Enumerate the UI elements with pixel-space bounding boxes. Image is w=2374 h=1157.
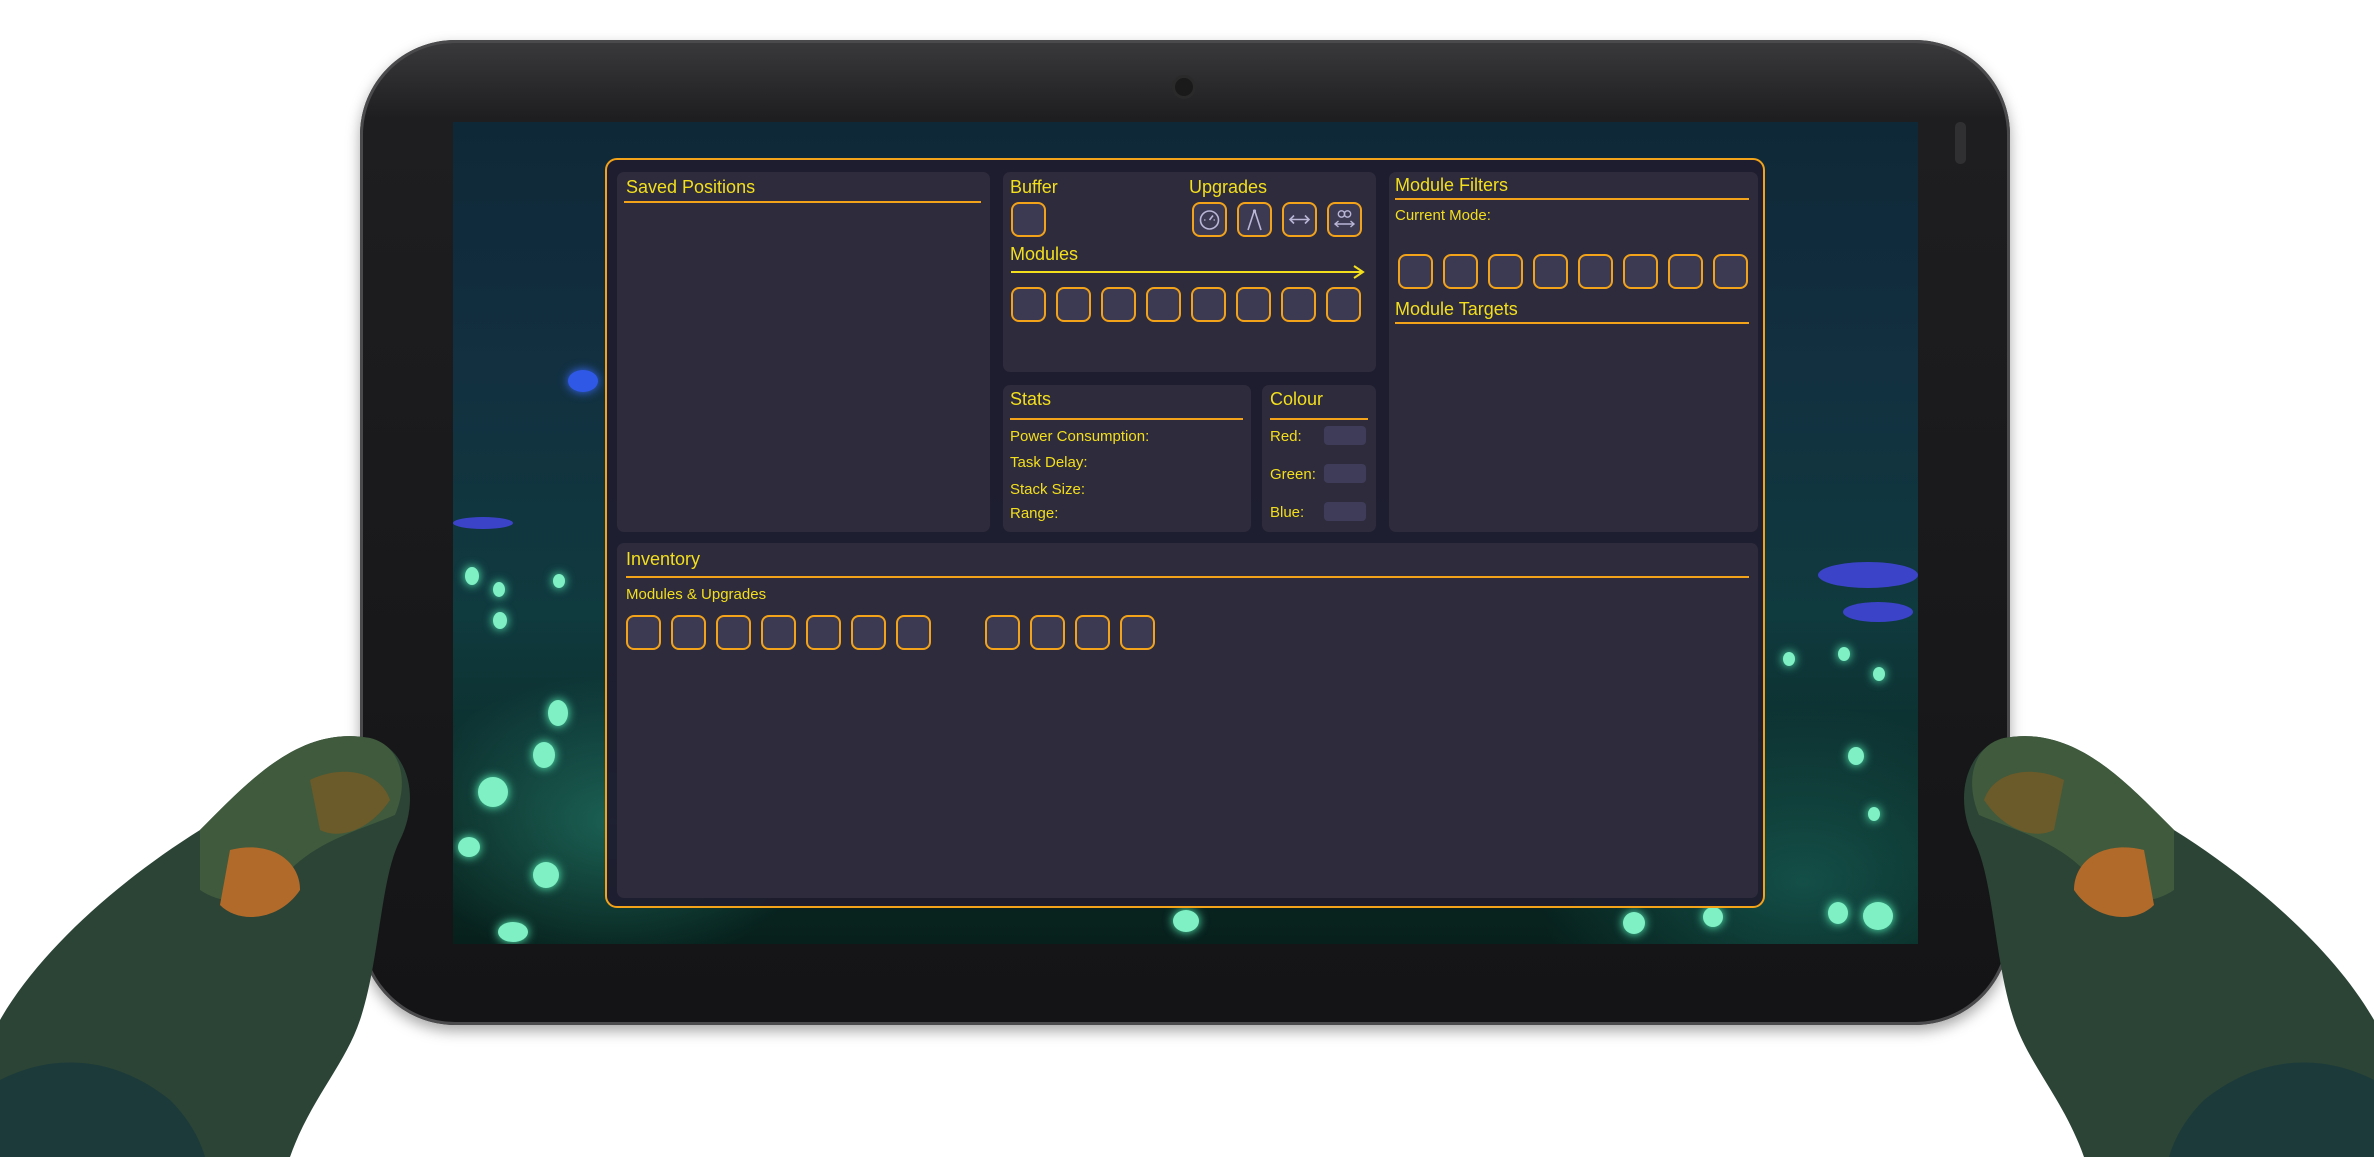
modules-title: Modules [1010, 244, 1079, 264]
colour-blue-input[interactable] [1324, 502, 1366, 521]
upgrade-slot-speed[interactable] [1192, 202, 1227, 237]
glowing-plant [498, 922, 528, 942]
inventory-upgrade-slot[interactable] [1120, 615, 1155, 650]
upgrade-slot-precision[interactable] [1237, 202, 1272, 237]
modules-flow-arrow [1011, 265, 1365, 279]
glowing-plant [548, 700, 568, 726]
title-divider [624, 201, 981, 203]
tablet-side-button [1955, 122, 1966, 164]
colour-red-label: Red: [1270, 428, 1302, 445]
module-slot[interactable] [1011, 287, 1046, 322]
stat-stack-size: Stack Size: [1010, 481, 1086, 498]
inventory-module-slot[interactable] [671, 615, 706, 650]
glowing-plant [568, 370, 598, 392]
stats-panel: Stats Power Consumption: Task Delay: Sta… [1003, 385, 1251, 532]
speedometer-icon [1199, 210, 1220, 230]
stat-task-delay: Task Delay: [1010, 454, 1088, 471]
module-targets-title: Module Targets [1395, 299, 1518, 319]
module-slot[interactable] [1236, 287, 1271, 322]
colour-title: Colour [1270, 389, 1324, 409]
title-divider [1395, 198, 1749, 200]
inventory-module-slot[interactable] [761, 615, 796, 650]
glowing-plant [1703, 907, 1723, 927]
glowing-plant [458, 837, 480, 857]
glowing-plant [478, 777, 508, 807]
upgrade-slot-range[interactable] [1282, 202, 1317, 237]
mushroom-cap [453, 517, 513, 529]
colour-red-input[interactable] [1324, 426, 1366, 445]
inventory-module-slot[interactable] [851, 615, 886, 650]
inventory-module-slot[interactable] [896, 615, 931, 650]
right-hand [1964, 736, 2374, 1157]
glowing-plant [1828, 902, 1848, 924]
inventory-upgrade-slot[interactable] [985, 615, 1020, 650]
camera-icon [1175, 78, 1193, 96]
filter-slot[interactable] [1533, 254, 1568, 289]
glowing-plant [1868, 807, 1880, 821]
title-divider [1010, 418, 1243, 420]
filter-slot[interactable] [1443, 254, 1478, 289]
saved-positions-panel: Saved Positions [617, 172, 990, 532]
colour-blue-label: Blue: [1270, 504, 1305, 521]
left-hand [0, 736, 410, 1157]
glowing-plant [553, 574, 565, 588]
title-divider [626, 576, 1749, 578]
inventory-module-slot[interactable] [716, 615, 751, 650]
glowing-plant [465, 567, 479, 585]
glowing-plant [533, 862, 559, 888]
inventory-module-slot[interactable] [626, 615, 661, 650]
glowing-plant [1173, 910, 1199, 932]
colour-panel: Colour Red: Green: Blue: [1262, 385, 1376, 532]
inventory-upgrade-slot[interactable] [1030, 615, 1065, 650]
module-slot[interactable] [1146, 287, 1181, 322]
module-filters-panel: Module Filters Current Mode: Module Targ… [1389, 172, 1758, 532]
filter-slot[interactable] [1578, 254, 1613, 289]
glowing-plant [1838, 647, 1850, 661]
glowing-plant [493, 612, 507, 629]
colour-green-input[interactable] [1324, 464, 1366, 483]
upgrades-title: Upgrades [1189, 177, 1268, 197]
buffer-modules-panel: Buffer Upgrades Modules [1003, 172, 1376, 372]
range-arrows-icon [1288, 214, 1311, 225]
title-divider [1270, 418, 1368, 420]
buffer-slot[interactable] [1011, 202, 1046, 237]
saved-positions-title: Saved Positions [626, 177, 756, 197]
stats-title: Stats [1010, 389, 1052, 409]
module-slot[interactable] [1281, 287, 1316, 322]
glowing-plant [533, 742, 555, 768]
glowing-plant [1623, 912, 1645, 934]
filter-slot[interactable] [1713, 254, 1748, 289]
filter-slot[interactable] [1623, 254, 1658, 289]
stat-range: Range: [1010, 505, 1059, 522]
glowing-plant [493, 582, 505, 597]
module-slot[interactable] [1101, 287, 1136, 322]
stat-power-consumption: Power Consumption: [1010, 428, 1150, 445]
inventory-title: Inventory [626, 549, 701, 569]
filter-slot[interactable] [1488, 254, 1523, 289]
inventory-module-slot[interactable] [806, 615, 841, 650]
glowing-plant [1873, 667, 1885, 681]
mushroom-cap [1843, 602, 1913, 622]
glowing-plant [1783, 652, 1795, 666]
filter-slot[interactable] [1668, 254, 1703, 289]
inventory-subtitle: Modules & Upgrades [626, 586, 767, 603]
module-slot[interactable] [1056, 287, 1091, 322]
filter-slot[interactable] [1398, 254, 1433, 289]
infinite-range-icon [1333, 210, 1356, 228]
upgrade-slot-infinite-range[interactable] [1327, 202, 1362, 237]
title-divider [1395, 322, 1749, 324]
buffer-title: Buffer [1010, 177, 1058, 197]
module-slot[interactable] [1191, 287, 1226, 322]
compass-icon [1247, 209, 1262, 231]
module-slot[interactable] [1326, 287, 1361, 322]
module-filters-title: Module Filters [1395, 175, 1509, 195]
inventory-panel: Inventory Modules & Upgrades [617, 543, 1758, 898]
inventory-upgrade-slot[interactable] [1075, 615, 1110, 650]
glowing-plant [1848, 747, 1864, 765]
current-mode-label: Current Mode: [1395, 207, 1491, 224]
pda-window: Saved Positions Buffer Upgrades Modules … [605, 158, 1765, 908]
glowing-plant [1863, 902, 1893, 930]
colour-green-label: Green: [1270, 466, 1316, 483]
mushroom-cap [1818, 562, 1918, 588]
